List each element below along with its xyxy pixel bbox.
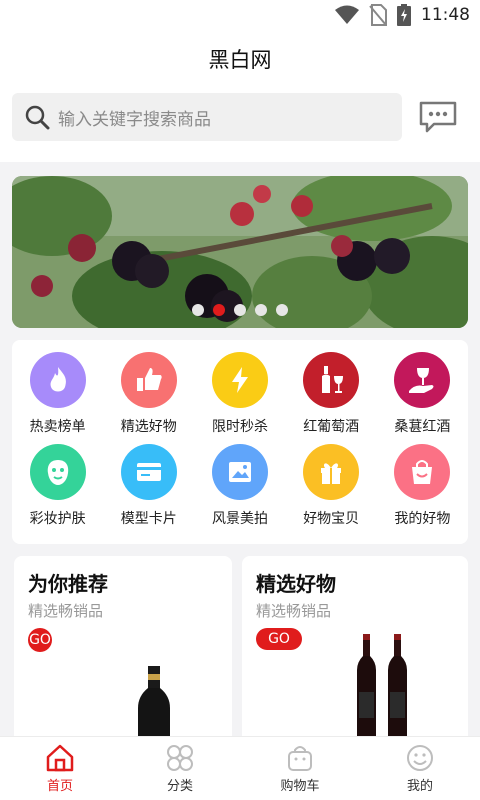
go-button[interactable]: GO bbox=[28, 628, 52, 652]
carousel-dot[interactable] bbox=[234, 304, 246, 316]
promo-subtitle: 精选畅销品 bbox=[256, 602, 332, 620]
category-red-wine[interactable]: 红葡萄酒 bbox=[286, 352, 377, 444]
tab-label: 首页 bbox=[46, 779, 73, 794]
smile-icon bbox=[407, 745, 433, 771]
tab-label: 分类 bbox=[166, 779, 193, 794]
category-label: 桑葚红酒 bbox=[394, 419, 451, 435]
tab-category[interactable]: 分类 bbox=[120, 737, 240, 800]
tab-home[interactable]: 首页 bbox=[0, 737, 120, 800]
category-label: 彩妆护肤 bbox=[29, 511, 86, 527]
header: 黑白网 输入关键字搜索商品 bbox=[0, 32, 480, 162]
category-label: 限时秒杀 bbox=[211, 419, 268, 435]
category-mulberry-wine[interactable]: 桑葚红酒 bbox=[377, 352, 468, 444]
promo-title: 精选好物 bbox=[256, 572, 336, 596]
carousel-dot-active[interactable] bbox=[213, 304, 225, 316]
wine-glass-hand-icon bbox=[394, 352, 451, 408]
search-icon bbox=[25, 105, 50, 130]
page-title: 黑白网 bbox=[208, 48, 272, 72]
promo-title: 为你推荐 bbox=[28, 572, 108, 596]
carousel-dot[interactable] bbox=[276, 304, 288, 316]
category-featured[interactable]: 精选好物 bbox=[103, 352, 194, 444]
message-icon[interactable] bbox=[418, 100, 458, 134]
status-bar: 11:48 bbox=[0, 0, 480, 32]
wine-bottle-icon bbox=[303, 352, 360, 408]
category-label: 热卖榜单 bbox=[29, 419, 86, 435]
category-good-items[interactable]: 好物宝贝 bbox=[286, 444, 377, 536]
face-mask-icon bbox=[29, 444, 86, 500]
tab-label: 我的 bbox=[406, 779, 433, 794]
category-label: 好物宝贝 bbox=[303, 511, 360, 527]
category-label: 模型卡片 bbox=[120, 511, 177, 527]
shopping-bag-icon bbox=[394, 444, 451, 500]
category-icon bbox=[167, 745, 193, 771]
category-scenery-photos[interactable]: 风景美拍 bbox=[194, 444, 285, 536]
category-label: 精选好物 bbox=[120, 419, 177, 435]
search-input[interactable]: 输入关键字搜索商品 bbox=[58, 105, 211, 130]
no-sim-icon bbox=[369, 4, 387, 26]
carousel-indicator bbox=[12, 304, 468, 316]
go-button[interactable]: GO bbox=[256, 628, 302, 650]
tab-mine[interactable]: 我的 bbox=[360, 737, 480, 800]
battery-charging-icon bbox=[397, 4, 411, 26]
promo-card-recommend[interactable]: 为你推荐 精选畅销品 GO bbox=[14, 556, 232, 756]
tab-label: 购物车 bbox=[280, 779, 320, 794]
search-bar[interactable]: 输入关键字搜索商品 bbox=[12, 93, 402, 141]
status-time: 11:48 bbox=[421, 5, 470, 25]
wifi-icon bbox=[335, 5, 359, 24]
photo-icon bbox=[211, 444, 268, 500]
promo-card-featured[interactable]: 精选好物 精选畅销品 GO bbox=[242, 556, 468, 756]
cart-icon bbox=[288, 746, 312, 771]
lightning-icon bbox=[211, 352, 268, 408]
bottom-tab-bar: 首页 分类 购物车 我的 bbox=[0, 736, 480, 800]
flame-icon bbox=[29, 352, 86, 408]
wine-bottles-image bbox=[357, 634, 407, 744]
gift-icon bbox=[303, 444, 360, 500]
banner-carousel[interactable] bbox=[12, 176, 468, 328]
thumbs-up-icon bbox=[120, 352, 177, 408]
tab-cart[interactable]: 购物车 bbox=[240, 737, 360, 800]
category-my-items[interactable]: 我的好物 bbox=[377, 444, 468, 536]
category-model-cards[interactable]: 模型卡片 bbox=[103, 444, 194, 536]
category-label: 我的好物 bbox=[394, 511, 451, 527]
category-label: 红葡萄酒 bbox=[303, 419, 360, 435]
card-icon bbox=[120, 444, 177, 500]
category-hot-list[interactable]: 热卖榜单 bbox=[12, 352, 103, 444]
promo-subtitle: 精选畅销品 bbox=[28, 602, 104, 620]
category-grid: 热卖榜单 精选好物 限时秒杀 红葡萄酒 桑葚红酒 彩妆护肤 模型卡片 风景美拍 bbox=[12, 340, 468, 544]
category-flash-sale[interactable]: 限时秒杀 bbox=[194, 352, 285, 444]
carousel-dot[interactable] bbox=[255, 304, 267, 316]
category-cosmetics[interactable]: 彩妆护肤 bbox=[12, 444, 103, 536]
home-icon bbox=[46, 744, 74, 772]
carousel-dot[interactable] bbox=[192, 304, 204, 316]
category-label: 风景美拍 bbox=[211, 511, 268, 527]
